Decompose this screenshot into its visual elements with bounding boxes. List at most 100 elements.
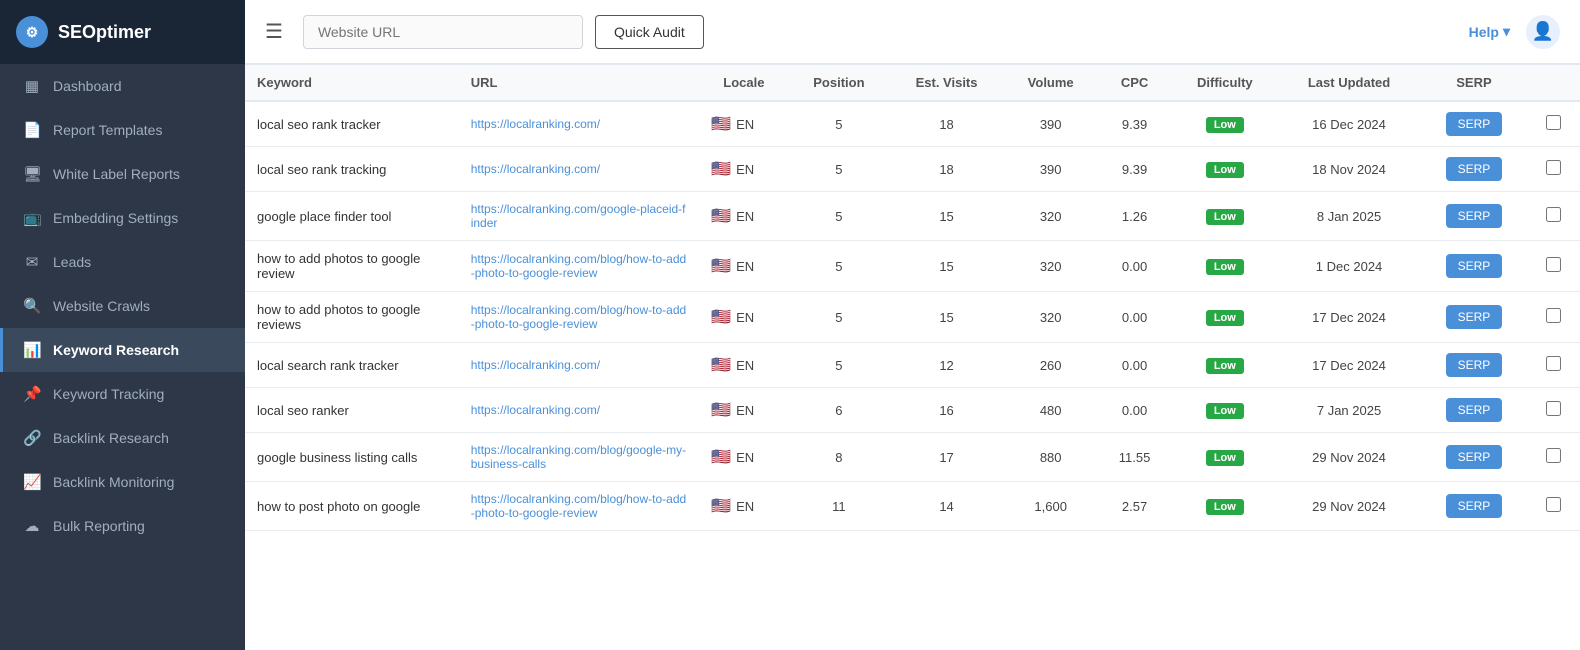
- row-checkbox[interactable]: [1546, 356, 1561, 371]
- row-checkbox[interactable]: [1546, 207, 1561, 222]
- locale-text: EN: [736, 450, 754, 465]
- sidebar-item-bulk-reporting[interactable]: ☁Bulk Reporting: [0, 504, 245, 548]
- serp-cell-0[interactable]: SERP: [1420, 101, 1528, 147]
- url-cell-4[interactable]: https://localranking.com/blog/how-to-add…: [459, 292, 699, 343]
- sidebar-item-embedding-settings[interactable]: 📺Embedding Settings: [0, 196, 245, 240]
- checkbox-cell-6[interactable]: [1528, 388, 1580, 433]
- row-checkbox[interactable]: [1546, 497, 1561, 512]
- difficulty-badge: Low: [1206, 310, 1244, 326]
- url-cell-5[interactable]: https://localranking.com/: [459, 343, 699, 388]
- flag-icon: 🇺🇸: [711, 447, 731, 467]
- dashboard-icon: ▦: [23, 77, 41, 95]
- row-checkbox[interactable]: [1546, 160, 1561, 175]
- url-cell-8[interactable]: https://localranking.com/blog/how-to-add…: [459, 482, 699, 531]
- updated-cell-5: 17 Dec 2024: [1278, 343, 1420, 388]
- website-crawls-icon: 🔍: [23, 297, 41, 315]
- row-checkbox[interactable]: [1546, 401, 1561, 416]
- serp-cell-7[interactable]: SERP: [1420, 433, 1528, 482]
- serp-cell-6[interactable]: SERP: [1420, 388, 1528, 433]
- serp-button[interactable]: SERP: [1446, 445, 1503, 469]
- row-checkbox[interactable]: [1546, 257, 1561, 272]
- checkbox-cell-5[interactable]: [1528, 343, 1580, 388]
- table-row: how to add photos to google reviewshttps…: [245, 292, 1580, 343]
- url-cell-6[interactable]: https://localranking.com/: [459, 388, 699, 433]
- backlink-research-icon: 🔗: [23, 429, 41, 447]
- col-header-6[interactable]: CPC: [1097, 65, 1171, 102]
- serp-cell-2[interactable]: SERP: [1420, 192, 1528, 241]
- serp-button[interactable]: SERP: [1446, 494, 1503, 518]
- help-button[interactable]: Help ▾: [1469, 23, 1510, 40]
- user-avatar[interactable]: 👤: [1526, 15, 1560, 49]
- col-header-0[interactable]: Keyword: [245, 65, 459, 102]
- serp-button[interactable]: SERP: [1446, 254, 1503, 278]
- col-header-2[interactable]: Locale: [699, 65, 788, 102]
- sidebar-item-white-label-reports[interactable]: 🖥White Label Reports: [0, 152, 245, 196]
- sidebar-item-report-templates[interactable]: 📄Report Templates: [0, 108, 245, 152]
- checkbox-cell-1[interactable]: [1528, 147, 1580, 192]
- col-header-7[interactable]: Difficulty: [1172, 65, 1278, 102]
- serp-cell-1[interactable]: SERP: [1420, 147, 1528, 192]
- position-cell-4: 5: [789, 292, 890, 343]
- locale-cell-4: 🇺🇸EN: [699, 292, 788, 343]
- volume-cell-1: 390: [1004, 147, 1098, 192]
- serp-button[interactable]: SERP: [1446, 157, 1503, 181]
- url-input[interactable]: [303, 15, 583, 49]
- keyword-cell-2: google place finder tool: [245, 192, 459, 241]
- serp-cell-4[interactable]: SERP: [1420, 292, 1528, 343]
- sidebar-item-keyword-research[interactable]: 📊Keyword Research: [0, 328, 245, 372]
- col-header-5[interactable]: Volume: [1004, 65, 1098, 102]
- keyword-cell-1: local seo rank tracking: [245, 147, 459, 192]
- sidebar-item-backlink-monitoring[interactable]: 📈Backlink Monitoring: [0, 460, 245, 504]
- col-header-1[interactable]: URL: [459, 65, 699, 102]
- cpc-cell-3: 0.00: [1097, 241, 1171, 292]
- url-cell-1[interactable]: https://localranking.com/: [459, 147, 699, 192]
- col-header-4[interactable]: Est. Visits: [889, 65, 1004, 102]
- url-cell-7[interactable]: https://localranking.com/blog/google-my-…: [459, 433, 699, 482]
- serp-button[interactable]: SERP: [1446, 398, 1503, 422]
- col-header-9[interactable]: SERP: [1420, 65, 1528, 102]
- serp-button[interactable]: SERP: [1446, 305, 1503, 329]
- difficulty-badge: Low: [1206, 162, 1244, 178]
- volume-cell-2: 320: [1004, 192, 1098, 241]
- url-cell-2[interactable]: https://localranking.com/google-placeid-…: [459, 192, 699, 241]
- sidebar-item-dashboard[interactable]: ▦Dashboard: [0, 64, 245, 108]
- checkbox-cell-0[interactable]: [1528, 101, 1580, 147]
- help-chevron-icon: ▾: [1503, 23, 1510, 40]
- row-checkbox[interactable]: [1546, 308, 1561, 323]
- cpc-cell-2: 1.26: [1097, 192, 1171, 241]
- row-checkbox[interactable]: [1546, 115, 1561, 130]
- sidebar-item-leads[interactable]: ✉Leads: [0, 240, 245, 284]
- checkbox-cell-7[interactable]: [1528, 433, 1580, 482]
- url-cell-3[interactable]: https://localranking.com/blog/how-to-add…: [459, 241, 699, 292]
- row-checkbox[interactable]: [1546, 448, 1561, 463]
- hamburger-icon[interactable]: ☰: [265, 19, 283, 44]
- serp-cell-5[interactable]: SERP: [1420, 343, 1528, 388]
- sidebar-item-label: White Label Reports: [53, 166, 180, 182]
- serp-button[interactable]: SERP: [1446, 353, 1503, 377]
- sidebar-item-keyword-tracking[interactable]: 📌Keyword Tracking: [0, 372, 245, 416]
- logo: ⚙ SEOptimer: [0, 0, 245, 64]
- checkbox-cell-4[interactable]: [1528, 292, 1580, 343]
- difficulty-badge: Low: [1206, 450, 1244, 466]
- locale-cell-8: 🇺🇸EN: [699, 482, 788, 531]
- table-row: how to add photos to google reviewhttps:…: [245, 241, 1580, 292]
- locale-text: EN: [736, 403, 754, 418]
- visits-cell-2: 15: [889, 192, 1004, 241]
- checkbox-cell-3[interactable]: [1528, 241, 1580, 292]
- sidebar-item-website-crawls[interactable]: 🔍Website Crawls: [0, 284, 245, 328]
- col-header-8[interactable]: Last Updated: [1278, 65, 1420, 102]
- sidebar-item-label: Report Templates: [53, 122, 162, 138]
- url-cell-0[interactable]: https://localranking.com/: [459, 101, 699, 147]
- serp-button[interactable]: SERP: [1446, 112, 1503, 136]
- serp-cell-8[interactable]: SERP: [1420, 482, 1528, 531]
- sidebar-item-backlink-research[interactable]: 🔗Backlink Research: [0, 416, 245, 460]
- checkbox-cell-2[interactable]: [1528, 192, 1580, 241]
- flag-icon: 🇺🇸: [711, 307, 731, 327]
- keyword-cell-3: how to add photos to google review: [245, 241, 459, 292]
- quick-audit-button[interactable]: Quick Audit: [595, 15, 704, 49]
- cpc-cell-0: 9.39: [1097, 101, 1171, 147]
- serp-button[interactable]: SERP: [1446, 204, 1503, 228]
- serp-cell-3[interactable]: SERP: [1420, 241, 1528, 292]
- col-header-3[interactable]: Position: [789, 65, 890, 102]
- checkbox-cell-8[interactable]: [1528, 482, 1580, 531]
